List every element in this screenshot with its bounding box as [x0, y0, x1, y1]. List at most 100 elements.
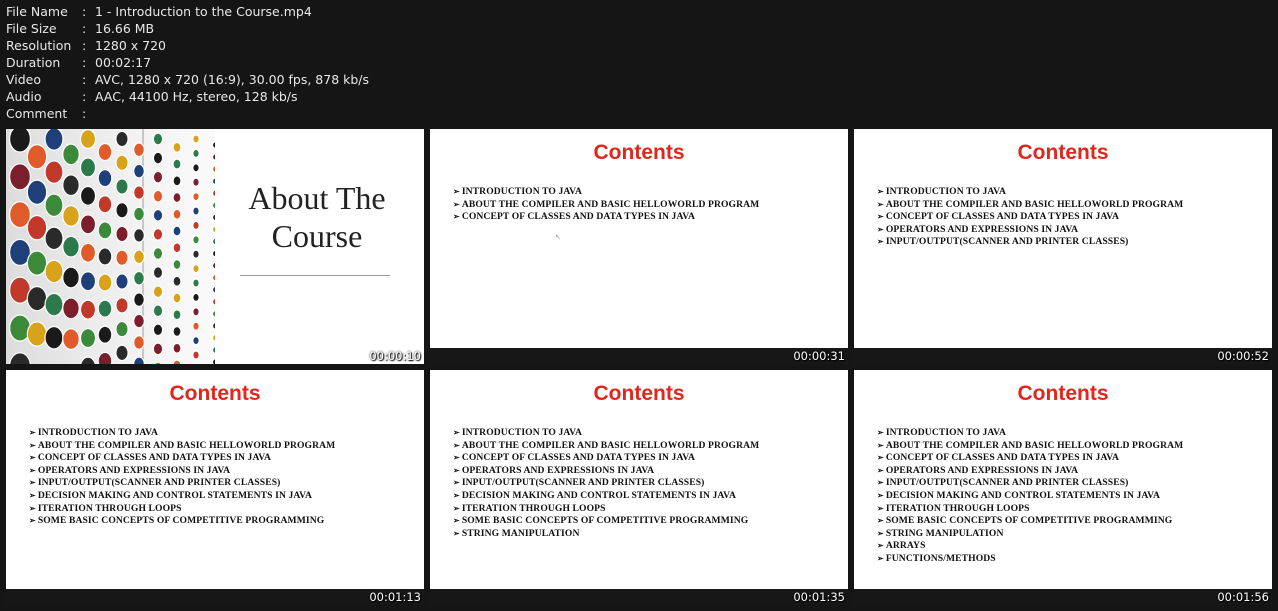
timestamp-band — [854, 589, 1272, 605]
thumbnail-contents-1[interactable]: Contents ➢ INTRODUCTION TO JAVA ➢ ABOUT THE… — [430, 129, 848, 364]
bullet-arrow-icon: ➢ — [877, 553, 884, 563]
contents-item-text: INPUT/OUTPUT(SCANNER AND PRINTER CLASSES… — [885, 477, 1129, 489]
bullet-arrow-icon: ➢ — [877, 528, 884, 538]
contents-item-text: CONCEPT OF CLASSES AND DATA TYPES IN JAV… — [461, 452, 696, 464]
contents-list: ➢ INTRODUCTION TO JAVA ➢ ABOUT THE COMPILER… — [453, 186, 759, 224]
file-info-row: Video: AVC, 1280 x 720 (16:9), 30.00 fps,… — [6, 71, 369, 88]
bullet-arrow-icon: ➢ — [877, 465, 884, 475]
contents-list-item: ➢ FUNCTIONS/METHODS — [877, 553, 1183, 566]
contents-item-text: ABOUT THE COMPILER AND BASIC HELLOWORLD … — [461, 198, 760, 210]
contents-list-item: ➢ CONCEPT OF CLASSES AND DATA TYPES IN JA… — [29, 452, 335, 465]
thumbnail-contents-3[interactable]: Contents ➢ INTRODUCTION TO JAVA ➢ ABOUT THE… — [6, 370, 424, 605]
timestamp: 00:01:13 — [369, 590, 421, 604]
file-info-value: AVC, 1280 x 720 (16:9), 30.00 fps, 878 k… — [95, 72, 370, 87]
timestamp-band — [430, 348, 848, 364]
file-info-row: File Size:16.66 MB — [6, 20, 369, 37]
timestamp-band — [430, 589, 848, 605]
timestamp: 00:01:35 — [793, 590, 845, 604]
contents-list-item: ➢ SOME BASIC CONCEPTS OF COMPETITIVE PROG… — [877, 515, 1183, 528]
contents-item-text: SOME BASIC CONCEPTS OF COMPETITIVE PROGR… — [461, 515, 749, 527]
contents-item-text: ITERATION THROUGH LOOPS — [461, 502, 606, 514]
bullet-arrow-icon: ➢ — [877, 237, 884, 247]
contents-list-item: ➢ ABOUT THE COMPILER AND BASIC HELLOWORLD… — [29, 440, 335, 453]
contents-list-item: ➢ DECISION MAKING AND CONTROL STATEMENTS … — [453, 490, 759, 503]
about-title-line-2: Course — [271, 218, 363, 254]
contents-item-text: DECISION MAKING AND CONTROL STATEMENTS I… — [37, 489, 312, 501]
contents-item-text: OPERATORS AND EXPRESSIONS IN JAVA — [37, 464, 231, 476]
contents-list-item: ➢ ITERATION THROUGH LOOPS — [453, 503, 759, 516]
bullet-arrow-icon: ➢ — [453, 199, 460, 209]
contents-item-text: INPUT/OUTPUT(SCANNER AND PRINTER CLASSES… — [885, 236, 1129, 248]
bullet-arrow-icon: ➢ — [453, 490, 460, 500]
contents-item-text: ITERATION THROUGH LOOPS — [37, 502, 182, 514]
thumbnail-about-course[interactable]: About The Course 00:00:10 — [6, 129, 424, 364]
bullet-arrow-icon: ➢ — [453, 453, 460, 463]
file-info-row: Audio: AAC, 44100 Hz, stereo, 128 kb/s — [6, 88, 369, 105]
file-info-row: Resolution:1280 x 720 — [6, 37, 369, 54]
slide-title: Contents — [169, 382, 261, 405]
contents-list-item: ➢ ARRAYS — [877, 540, 1183, 553]
contents-item-text: CONCEPT OF CLASSES AND DATA TYPES IN JAV… — [461, 211, 696, 223]
contents-item-text: ABOUT THE COMPILER AND BASIC HELLOWORLD … — [37, 439, 336, 451]
bullet-arrow-icon: ➢ — [453, 440, 460, 450]
file-info-label: File Size — [6, 21, 57, 36]
thumbnail-contents-2[interactable]: Contents ➢ INTRODUCTION TO JAVA ➢ ABOUT THE… — [854, 129, 1272, 364]
slide-title: Contents — [593, 382, 685, 405]
slide-title: Contents — [1017, 141, 1109, 164]
contents-list-item: ➢ OPERATORS AND EXPRESSIONS IN JAVA — [877, 465, 1183, 478]
bullet-arrow-icon: ➢ — [453, 428, 460, 437]
about-slide-title: About The Course — [238, 179, 396, 255]
thumbnail-contents-5[interactable]: Contents ➢ INTRODUCTION TO JAVA ➢ ABOUT THE… — [854, 370, 1272, 605]
contents-item-text: INPUT/OUTPUT(SCANNER AND PRINTER CLASSES… — [461, 477, 705, 489]
file-info-label: Comment — [6, 106, 68, 121]
contents-list-item: ➢ DECISION MAKING AND CONTROL STATEMENTS … — [877, 490, 1183, 503]
contents-item-text: INTRODUCTION TO JAVA — [885, 427, 1006, 438]
contents-list-item: ➢ ABOUT THE COMPILER AND BASIC HELLOWORLD… — [453, 440, 759, 453]
bullet-arrow-icon: ➢ — [877, 541, 884, 551]
bullet-arrow-icon: ➢ — [877, 199, 884, 209]
bullet-arrow-icon: ➢ — [29, 516, 36, 526]
contents-item-text: ABOUT THE COMPILER AND BASIC HELLOWORLD … — [461, 439, 760, 451]
contents-list-item: ➢ OPERATORS AND EXPRESSIONS IN JAVA — [877, 224, 1183, 237]
contents-list: ➢ INTRODUCTION TO JAVA ➢ ABOUT THE COMPILER… — [453, 427, 759, 540]
bullet-arrow-icon: ➢ — [29, 503, 36, 513]
bullet-arrow-icon: ➢ — [877, 478, 884, 488]
dots-pattern — [6, 129, 215, 364]
slide-title: Contents — [1017, 382, 1109, 405]
thumbnail-contents-4[interactable]: Contents ➢ INTRODUCTION TO JAVA ➢ ABOUT THE… — [430, 370, 848, 605]
file-info-value: 16.66 MB — [95, 21, 155, 36]
file-info-label: Video — [6, 72, 42, 87]
file-info-separator: : — [82, 89, 87, 104]
contents-item-text: DECISION MAKING AND CONTROL STATEMENTS I… — [461, 489, 736, 501]
file-info-separator: : — [82, 106, 87, 121]
bullet-arrow-icon: ➢ — [877, 440, 884, 450]
contents-list-item: ➢ ABOUT THE COMPILER AND BASIC HELLOWORLD… — [877, 440, 1183, 453]
contents-list-item: ➢ INTRODUCTION TO JAVA — [453, 427, 759, 440]
contents-item-text: ABOUT THE COMPILER AND BASIC HELLOWORLD … — [885, 439, 1184, 451]
contents-list: ➢ INTRODUCTION TO JAVA ➢ ABOUT THE COMPILER… — [29, 427, 335, 528]
contents-list-item: ➢ INTRODUCTION TO JAVA — [877, 427, 1183, 440]
contents-list-item: ➢ CONCEPT OF CLASSES AND DATA TYPES IN JA… — [877, 211, 1183, 224]
file-info-separator: : — [82, 4, 87, 19]
contents-item-text: OPERATORS AND EXPRESSIONS IN JAVA — [461, 464, 655, 476]
bullet-arrow-icon: ➢ — [453, 478, 460, 488]
file-info-row: Comment: — [6, 105, 369, 122]
bullet-arrow-icon: ➢ — [29, 440, 36, 450]
contents-list-item: ➢ ABOUT THE COMPILER AND BASIC HELLOWORLD… — [453, 199, 759, 212]
file-info-value: 00:02:17 — [95, 55, 152, 70]
contents-list-item: ➢ ITERATION THROUGH LOOPS — [29, 503, 335, 516]
contents-item-text: INTRODUCTION TO JAVA — [461, 186, 582, 197]
file-info-separator: : — [82, 21, 87, 36]
bullet-arrow-icon: ➢ — [877, 516, 884, 526]
bullet-arrow-icon: ➢ — [453, 187, 460, 196]
contents-list: ➢ INTRODUCTION TO JAVA ➢ ABOUT THE COMPILER… — [877, 427, 1183, 566]
bullet-arrow-icon: ➢ — [877, 490, 884, 500]
file-info-label: Duration — [6, 55, 61, 70]
contents-list-item: ➢ INTRODUCTION TO JAVA — [29, 427, 335, 440]
contents-item-text: SOME BASIC CONCEPTS OF COMPETITIVE PROGR… — [885, 515, 1173, 527]
bullet-arrow-icon: ➢ — [877, 453, 884, 463]
contents-list-item: ➢ INPUT/OUTPUT(SCANNER AND PRINTER CLASSE… — [29, 477, 335, 490]
contents-item-text: CONCEPT OF CLASSES AND DATA TYPES IN JAV… — [885, 211, 1120, 223]
file-info-row: File Name:1 - Introduction to the Course… — [6, 3, 369, 20]
contents-item-text: STRING MANIPULATION — [461, 527, 580, 539]
